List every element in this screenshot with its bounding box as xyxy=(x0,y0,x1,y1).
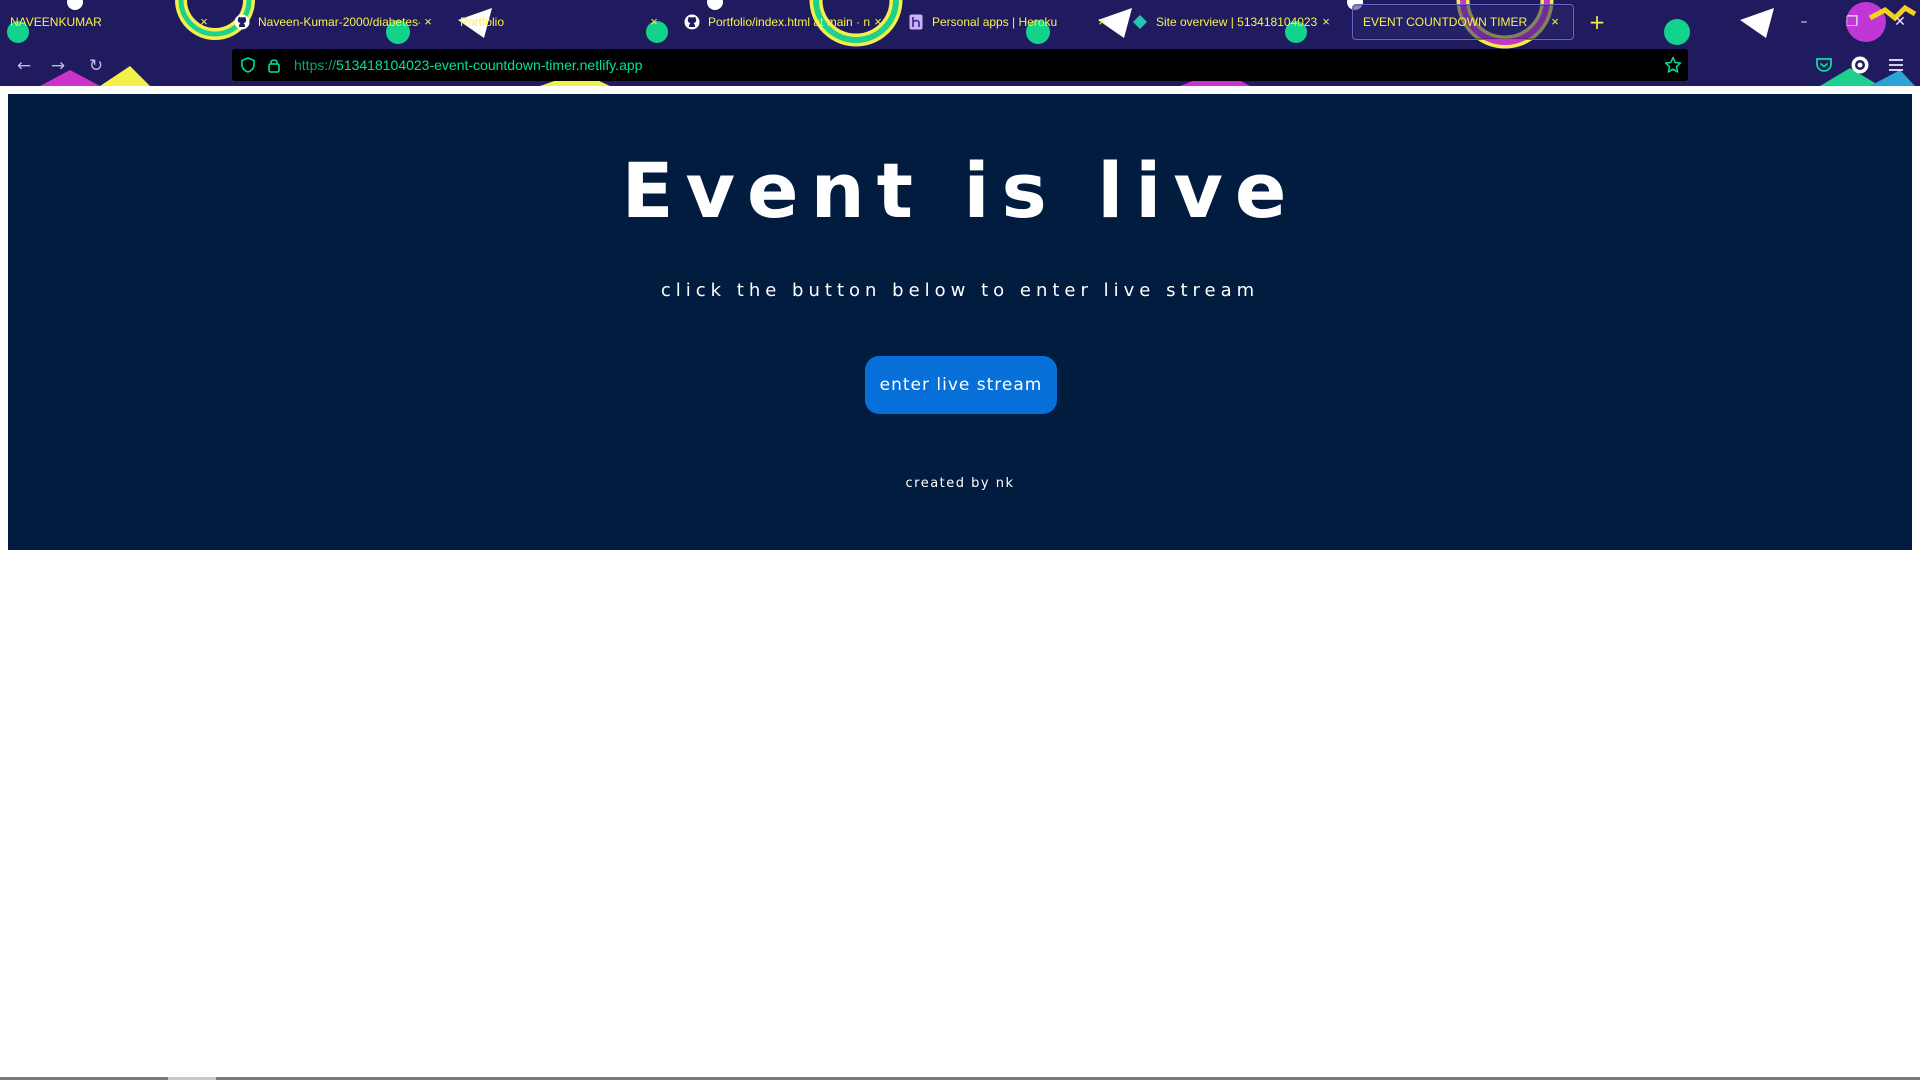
bookmark-star-icon[interactable] xyxy=(1664,56,1682,74)
page-subtitle: click the button below to enter live str… xyxy=(660,280,1260,301)
credit-text: created by nk xyxy=(905,476,1015,491)
tab-portfolio[interactable]: Portfolio × xyxy=(450,4,672,40)
tab-github-portfolio-index[interactable]: Portfolio/index.html at main · n × xyxy=(674,4,896,40)
tab-close-icon[interactable]: × xyxy=(1094,14,1110,30)
close-window-button[interactable]: ✕ xyxy=(1886,8,1914,36)
tab-heroku[interactable]: Personal apps | Heroku × xyxy=(898,4,1120,40)
netlify-icon xyxy=(1132,14,1148,30)
tab-title: Naveen-Kumar-2000/diabetes-p xyxy=(258,15,420,29)
tab-event-countdown-timer[interactable]: EVENT COUNTDOWN TIMER × xyxy=(1352,4,1574,40)
minimize-button[interactable]: – xyxy=(1790,8,1818,36)
tab-naveenkumar[interactable]: NAVEENKUMAR × xyxy=(0,4,222,40)
tab-close-icon[interactable]: × xyxy=(1318,14,1334,30)
tab-close-icon[interactable]: × xyxy=(870,14,886,30)
new-tab-button[interactable]: + xyxy=(1587,12,1607,32)
tab-title: Personal apps | Heroku xyxy=(932,15,1058,29)
page-title: Event is live xyxy=(621,146,1299,235)
forward-button[interactable]: → xyxy=(44,53,72,79)
url-protocol: https:// xyxy=(294,57,337,73)
tab-close-icon[interactable]: × xyxy=(196,14,212,30)
navigation-bar: ← → ↻ https://513418104023-event-countdo… xyxy=(0,44,1920,86)
tab-title: Site overview | 513418104023-ev xyxy=(1156,15,1318,29)
reload-button[interactable]: ↻ xyxy=(82,53,110,79)
url-host: 513418104023-event-countdown-timer.netli… xyxy=(336,57,643,73)
enter-live-stream-button[interactable]: enter live stream xyxy=(865,356,1057,414)
url-text[interactable]: https://513418104023-event-countdown-tim… xyxy=(294,49,642,81)
tab-github-diabetes[interactable]: Naveen-Kumar-2000/diabetes-p × xyxy=(224,4,446,40)
tab-close-icon[interactable]: × xyxy=(420,14,436,30)
menu-icon[interactable] xyxy=(1886,55,1906,75)
event-panel: Event is live click the button below to … xyxy=(8,94,1912,550)
tab-strip: NAVEENKUMAR × Naveen-Kumar-2000/diabetes… xyxy=(0,0,1920,44)
heroku-icon xyxy=(908,14,924,30)
pocket-icon[interactable] xyxy=(1814,55,1834,75)
account-icon[interactable] xyxy=(1850,55,1870,75)
restore-button[interactable]: ❐ xyxy=(1838,8,1866,36)
github-icon xyxy=(684,14,700,30)
tab-title: EVENT COUNTDOWN TIMER xyxy=(1363,15,1528,29)
tracking-protection-shield-icon[interactable] xyxy=(240,57,256,73)
tab-title: Portfolio/index.html at main · n xyxy=(708,15,870,29)
back-button[interactable]: ← xyxy=(10,53,38,79)
github-icon xyxy=(234,14,250,30)
tab-title: Portfolio xyxy=(460,15,505,29)
browser-chrome: NAVEENKUMAR × Naveen-Kumar-2000/diabetes… xyxy=(0,0,1920,86)
address-bar[interactable]: https://513418104023-event-countdown-tim… xyxy=(232,49,1688,81)
lock-icon[interactable] xyxy=(266,57,282,73)
tab-title: NAVEENKUMAR xyxy=(10,15,102,29)
tab-close-icon[interactable]: × xyxy=(1547,14,1563,30)
tab-netlify-site-overview[interactable]: Site overview | 513418104023-ev × xyxy=(1122,4,1344,40)
tab-close-icon[interactable]: × xyxy=(646,14,662,30)
